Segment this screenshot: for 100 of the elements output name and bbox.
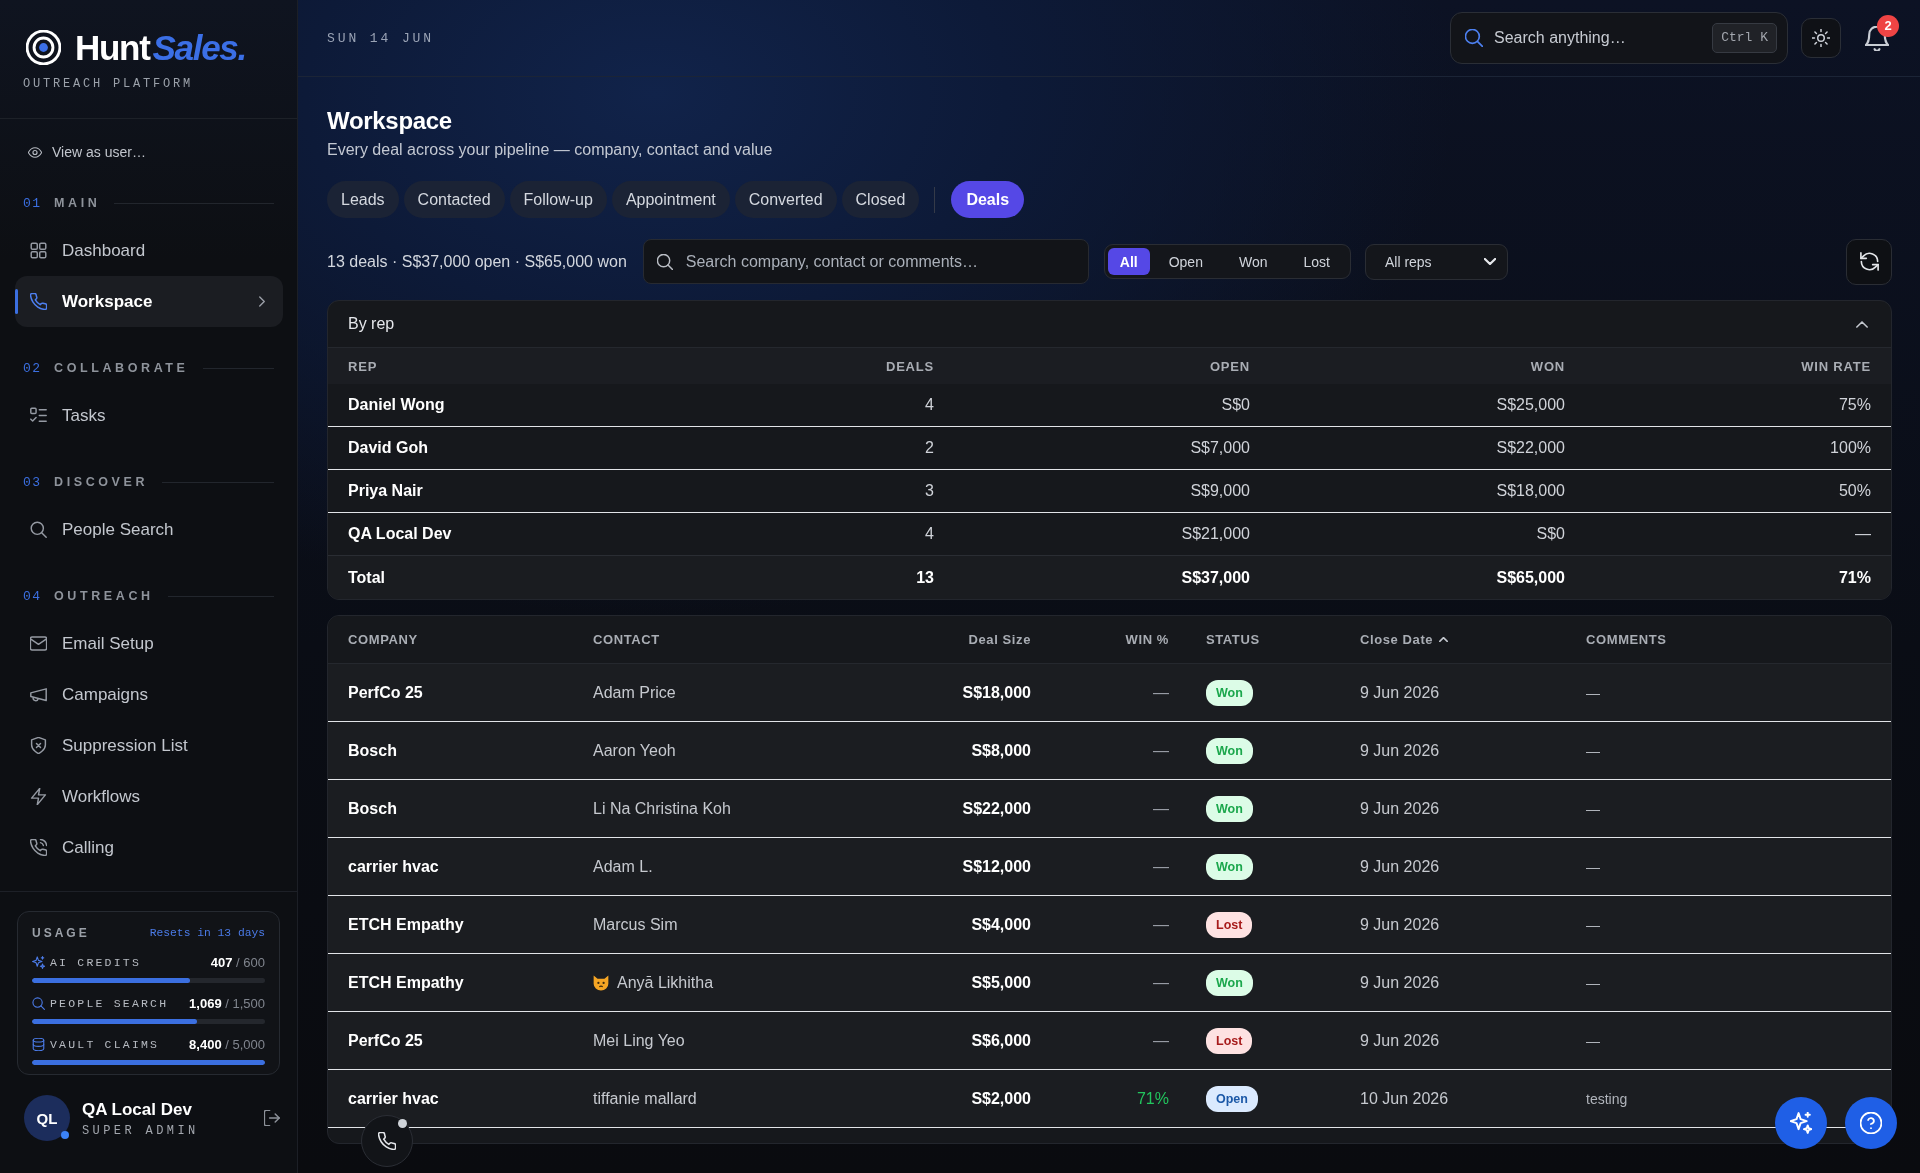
section-number: 04	[23, 588, 43, 604]
table-cell: —	[1586, 800, 1600, 817]
stage-tab[interactable]: Leads	[327, 181, 399, 218]
section-title: COLLABORATE	[54, 361, 189, 375]
table-cell: S$21,000	[1181, 525, 1250, 542]
table-cell: —	[1586, 1032, 1600, 1049]
call-button[interactable]	[361, 1115, 413, 1167]
checklist-icon	[30, 407, 47, 424]
table-cell: S$0	[1221, 396, 1250, 413]
stage-tab[interactable]: Contacted	[403, 181, 505, 218]
table-cell: —	[1153, 799, 1169, 818]
meter-label: AI CREDITS	[50, 955, 141, 969]
eye-icon	[28, 146, 42, 158]
table-cell: S$18,000	[962, 683, 1031, 702]
date-label: SUN 14 JUN	[327, 30, 434, 46]
meter-label: VAULT CLAIMS	[50, 1037, 160, 1051]
table-cell: Aaron Yeoh	[593, 741, 676, 760]
status-badge: Won	[1206, 969, 1253, 996]
total-cell: Total	[348, 568, 386, 586]
table-cell: tiffanie mallard	[593, 1089, 697, 1108]
table-cell: Bosch	[348, 741, 397, 760]
rep-select[interactable]: All reps	[1364, 243, 1508, 280]
status-filter-option[interactable]: Lost	[1286, 248, 1347, 275]
nav-item[interactable]: Email Setup	[15, 618, 283, 669]
stage-tab[interactable]: Converted	[734, 181, 837, 218]
user-name: QA Local Dev	[82, 1098, 193, 1120]
sun-icon	[1812, 29, 1830, 47]
view-tab[interactable]: Deals	[951, 181, 1025, 218]
stage-tab[interactable]: Closed	[841, 181, 920, 218]
phone-icon	[30, 293, 47, 310]
table-cell: —	[1153, 741, 1169, 760]
table-cell: Priya Nair	[348, 482, 423, 499]
table-cell: S$6,000	[971, 1031, 1031, 1050]
nav-item[interactable]: Suppression List	[15, 720, 283, 771]
deal-summary: 13 deals · S$37,000 open · S$65,000 won	[327, 252, 627, 271]
user-role: SUPER ADMIN	[82, 1123, 199, 1138]
nav-item[interactable]: Workflows	[15, 771, 283, 822]
sparkle-icon	[32, 955, 45, 969]
theme-toggle-button[interactable]	[1801, 18, 1841, 58]
status-filter-option[interactable]: Open	[1151, 248, 1220, 275]
table-cell: testing	[1586, 1090, 1628, 1107]
table-cell: —	[1586, 742, 1600, 759]
nav-item[interactable]: Dashboard	[15, 225, 283, 276]
deal-search-input[interactable]: Search company, contact or comments…	[642, 239, 1089, 284]
view-as-user-link[interactable]: View as user…	[28, 140, 146, 164]
nav-item[interactable]: Workspace	[15, 276, 283, 327]
table-cell: S$12,000	[962, 857, 1031, 876]
status-filter-option[interactable]: All	[1107, 248, 1150, 275]
page-title: Workspace	[327, 106, 453, 136]
nav-item[interactable]: Tasks	[15, 390, 283, 441]
status-badge: Won	[1206, 795, 1253, 822]
column-header[interactable]: STATUS	[1206, 632, 1260, 647]
status-badge: Won	[1206, 737, 1253, 764]
nav-item[interactable]: Calling	[15, 822, 283, 873]
stage-tab[interactable]: Follow-up	[509, 181, 607, 218]
nav-item[interactable]: People Search	[15, 504, 283, 555]
brand-tagline: OUTREACH PLATFORM	[23, 77, 194, 91]
phone-icon	[378, 1132, 396, 1150]
table-cell: David Goh	[348, 439, 428, 456]
table-cell: S$4,000	[971, 915, 1031, 934]
table-cell: 75%	[1838, 396, 1871, 413]
table-cell: —	[1855, 525, 1871, 542]
column-header[interactable]: CONTACT	[593, 632, 660, 647]
nav-item[interactable]: Campaigns	[15, 669, 283, 720]
table-cell: 9 Jun 2026	[1360, 799, 1440, 818]
table-cell: 3	[925, 482, 934, 499]
status-badge: Won	[1206, 853, 1253, 880]
status-filter-option[interactable]: Won	[1221, 248, 1285, 275]
status-badge: Open	[1206, 1085, 1258, 1112]
table-cell: —	[1153, 683, 1169, 702]
status-dot-icon	[398, 1119, 407, 1128]
column-header[interactable]: WIN %	[1125, 632, 1169, 647]
table-cell: Marcus Sim	[593, 915, 678, 934]
table-cell: S$25,000	[1496, 396, 1565, 413]
column-header[interactable]: COMPANY	[348, 632, 418, 647]
logout-icon[interactable]	[264, 1110, 280, 1126]
refresh-button[interactable]	[1846, 238, 1892, 285]
table-cell: 100%	[1830, 439, 1871, 456]
meter-value: 407 / 600	[210, 954, 265, 970]
status-badge: Lost	[1206, 911, 1253, 938]
column-header[interactable]: Close Date	[1360, 632, 1449, 647]
table-cell: —	[1153, 857, 1169, 876]
chevron-right-icon	[259, 296, 265, 307]
column-header[interactable]: COMMENTS	[1586, 632, 1667, 647]
chevron-up-icon[interactable]	[1856, 320, 1868, 328]
column-header[interactable]: Deal Size	[968, 632, 1031, 647]
table-cell: 4	[925, 525, 934, 542]
search-icon	[32, 996, 45, 1010]
table-cell: Adam L.	[593, 857, 653, 876]
table-cell: —	[1586, 916, 1600, 933]
table-cell: Anyā Likhitha	[617, 973, 714, 992]
envelope-icon	[30, 635, 47, 652]
total-cell: S$65,000	[1496, 568, 1565, 586]
meter-label: PEOPLE SEARCH	[50, 996, 169, 1010]
status-badge: Lost	[1206, 1027, 1253, 1054]
sparkle-icon	[1790, 1112, 1812, 1134]
stage-tab[interactable]: Appointment	[611, 181, 730, 218]
table-cell: S$8,000	[971, 741, 1031, 760]
column-header: REP	[348, 358, 378, 374]
table-cell: S$18,000	[1496, 482, 1565, 499]
